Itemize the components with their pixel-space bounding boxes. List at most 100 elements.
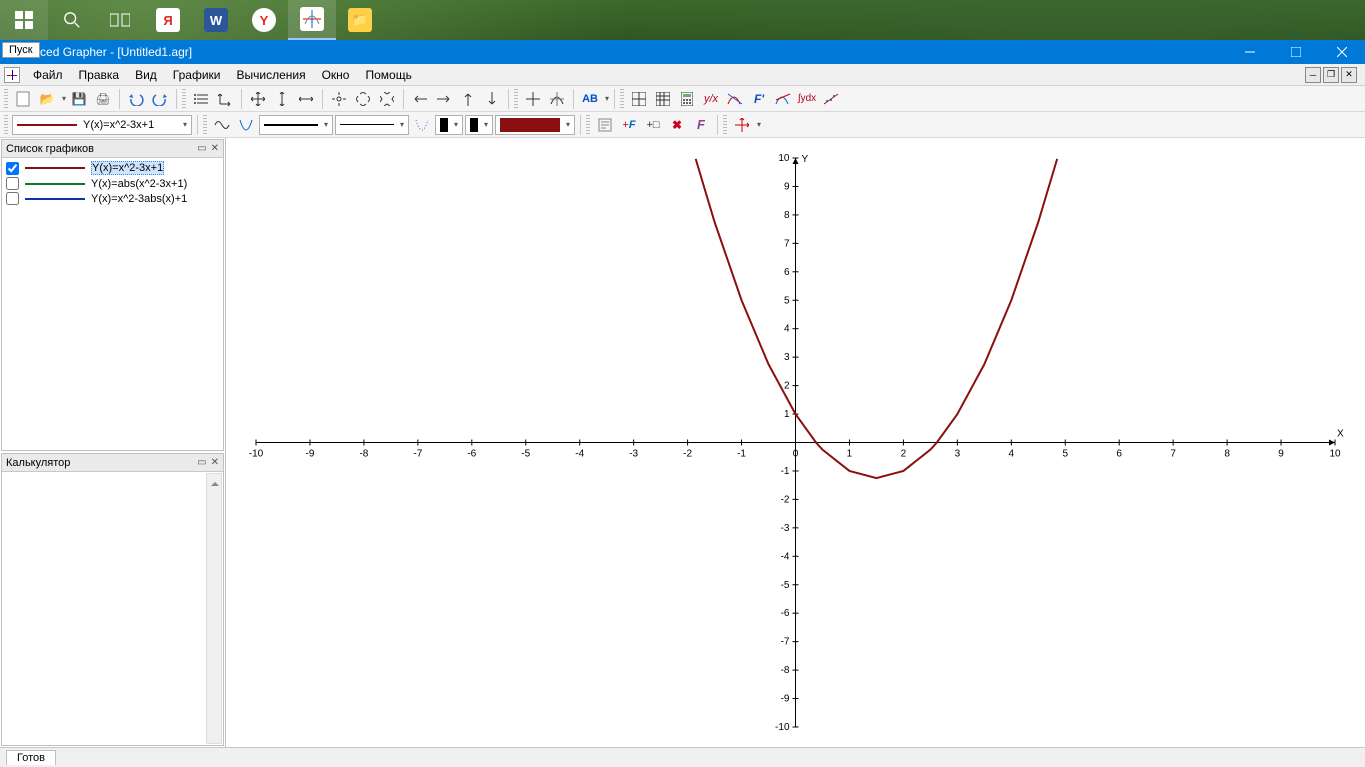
toolbar-grip[interactable] [4,89,8,109]
graph-visibility-checkbox[interactable] [6,162,19,175]
maximize-icon [1291,47,1301,57]
calculator-button[interactable] [676,88,698,110]
axis-settings-button[interactable] [731,114,753,136]
dup-graph-button[interactable]: +□ [642,114,664,136]
root-button[interactable]: y/x [700,88,722,110]
point-color-selector[interactable]: ▾ [435,115,463,135]
move-button[interactable] [247,88,269,110]
pan-left-button[interactable] [409,88,431,110]
crosshair-button[interactable] [522,88,544,110]
swatch-black2-icon [470,118,478,132]
minimize-button[interactable] [1227,40,1273,64]
points-button[interactable] [411,114,433,136]
workspace: Список графиков ▭✕ Y(x)=x^2-3x+1Y(x)=abs… [0,138,1365,747]
ab-dropdown-icon[interactable]: ▾ [605,94,609,103]
taskbar-app-word[interactable]: W [192,0,240,40]
plot-area[interactable]: -10-9-8-7-6-5-4-3-2-1012345678910-10-9-8… [226,138,1365,747]
pane-dock-icon[interactable]: ▭ [197,143,206,154]
pane-close-icon[interactable]: ✕ [211,457,219,468]
maximize-button[interactable] [1273,40,1319,64]
mdi-close-button[interactable]: ✕ [1341,67,1357,83]
close-button[interactable] [1319,40,1365,64]
pan-right-button[interactable] [433,88,455,110]
add-graph-button[interactable]: +F [618,114,640,136]
search-button[interactable] [48,0,96,40]
mdi-minimize-button[interactable]: ─ [1305,67,1321,83]
menu-calc[interactable]: Вычисления [229,66,312,84]
table-button[interactable] [652,88,674,110]
intersect-button[interactable] [724,88,746,110]
zoom-out-button[interactable] [376,88,398,110]
toolbar-grip[interactable] [514,89,518,109]
task-view-button[interactable] [96,0,144,40]
arrow-right-icon [437,95,451,103]
toolbar-graph: Y(x)=x^2-3x+1 ▾ ▾ ▾ ▾ ▾ ▾ +F +□ ✖ F ▾ [0,112,1365,138]
delete-graph-button[interactable]: ✖ [666,114,688,136]
line-style-selector[interactable]: ▾ [259,115,333,135]
mdi-restore-button[interactable]: ❐ [1323,67,1339,83]
pan-up-button[interactable] [457,88,479,110]
toolbar-grip[interactable] [723,115,727,135]
taskbar-app-ybrowser[interactable]: Y [240,0,288,40]
move-horiz-button[interactable] [295,88,317,110]
zoom-in-button[interactable] [352,88,374,110]
graph-list-item[interactable]: Y(x)=x^2-3abs(x)+1 [4,191,221,206]
point-color2-selector[interactable]: ▾ [465,115,493,135]
graph-visibility-checkbox[interactable] [6,192,19,205]
app-titlebar: Advanced Grapher - [Untitled1.agr] [0,40,1365,64]
integral-button[interactable]: ∫ydx [796,88,818,110]
tangent-button[interactable] [772,88,794,110]
axes-button[interactable] [214,88,236,110]
move-vert-button[interactable] [271,88,293,110]
menu-edit[interactable]: Правка [72,66,127,84]
menu-window[interactable]: Окно [315,66,357,84]
toolbar-grip[interactable] [4,115,8,135]
regression-button[interactable] [820,88,842,110]
grid-button[interactable] [628,88,650,110]
fn-color-sample [17,124,77,126]
axis-dropdown-icon[interactable]: ▾ [757,120,761,129]
function-selector[interactable]: Y(x)=x^2-3x+1 ▾ [12,115,192,135]
fill-color-selector[interactable]: ▾ [495,115,575,135]
menu-view[interactable]: Вид [128,66,164,84]
f-style-button[interactable]: F [690,114,712,136]
line-width-selector[interactable]: ▾ [335,115,409,135]
pane-dock-icon[interactable]: ▭ [197,457,206,468]
taskbar-app-yandex[interactable]: Я [144,0,192,40]
undo-button[interactable] [125,88,147,110]
open-button[interactable]: 📂 [36,88,58,110]
graph-list-item[interactable]: Y(x)=x^2-3x+1 [4,160,221,176]
derivative-button[interactable]: F' [748,88,770,110]
parabola-button[interactable] [235,114,257,136]
zoom-center-button[interactable] [328,88,350,110]
scrollbar[interactable] [206,473,222,744]
menu-file[interactable]: Файл [26,66,70,84]
save-button[interactable]: 💾 [68,88,90,110]
redo-button[interactable] [149,88,171,110]
open-dropdown-icon[interactable]: ▾ [62,94,66,103]
line-smooth-button[interactable] [211,114,233,136]
toolbar-grip[interactable] [182,89,186,109]
windows-logo-icon [15,11,33,29]
svg-text:-5: -5 [521,449,530,460]
app-logo-icon[interactable] [4,67,20,83]
trace-button[interactable] [546,88,568,110]
properties-button[interactable] [594,114,616,136]
start-button[interactable] [0,0,48,40]
graph-visibility-checkbox[interactable] [6,177,19,190]
pane-close-icon[interactable]: ✕ [211,143,219,154]
taskbar-app-explorer[interactable]: 📁 [336,0,384,40]
menu-graphs[interactable]: Графики [166,66,228,84]
toolbar-grip[interactable] [586,115,590,135]
menu-help[interactable]: Помощь [358,66,418,84]
print-button[interactable]: 🖨 [92,88,114,110]
text-label-button[interactable]: AB [579,88,601,110]
new-button[interactable] [12,88,34,110]
taskbar-app-grapher[interactable] [288,0,336,40]
toolbar-grip[interactable] [620,89,624,109]
list-button[interactable] [190,88,212,110]
toolbar-grip[interactable] [203,115,207,135]
pan-down-button[interactable] [481,88,503,110]
graph-list-item[interactable]: Y(x)=abs(x^2-3x+1) [4,176,221,191]
calculator-body[interactable] [2,472,223,745]
